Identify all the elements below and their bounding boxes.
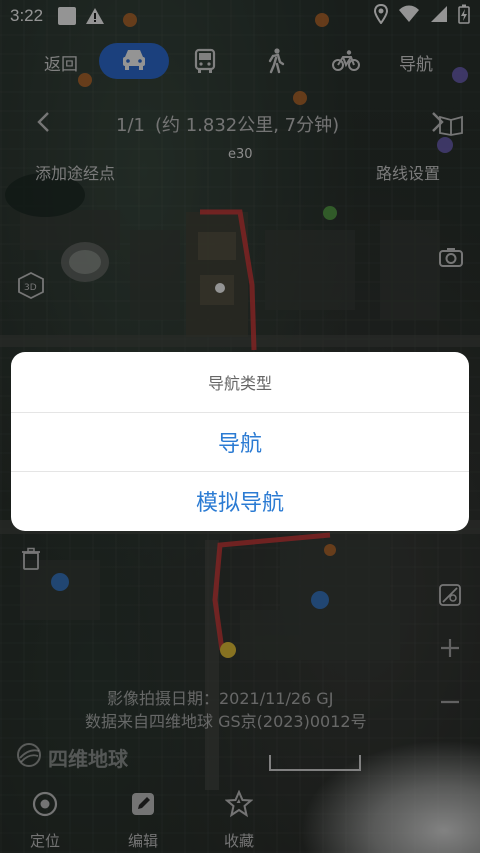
simulate-navigate-option[interactable]: 模拟导航 [11, 471, 469, 530]
navigation-type-dialog: 导航类型 导航 模拟导航 [11, 352, 469, 531]
navigate-option[interactable]: 导航 [11, 412, 469, 471]
dialog-title: 导航类型 [207, 374, 272, 393]
